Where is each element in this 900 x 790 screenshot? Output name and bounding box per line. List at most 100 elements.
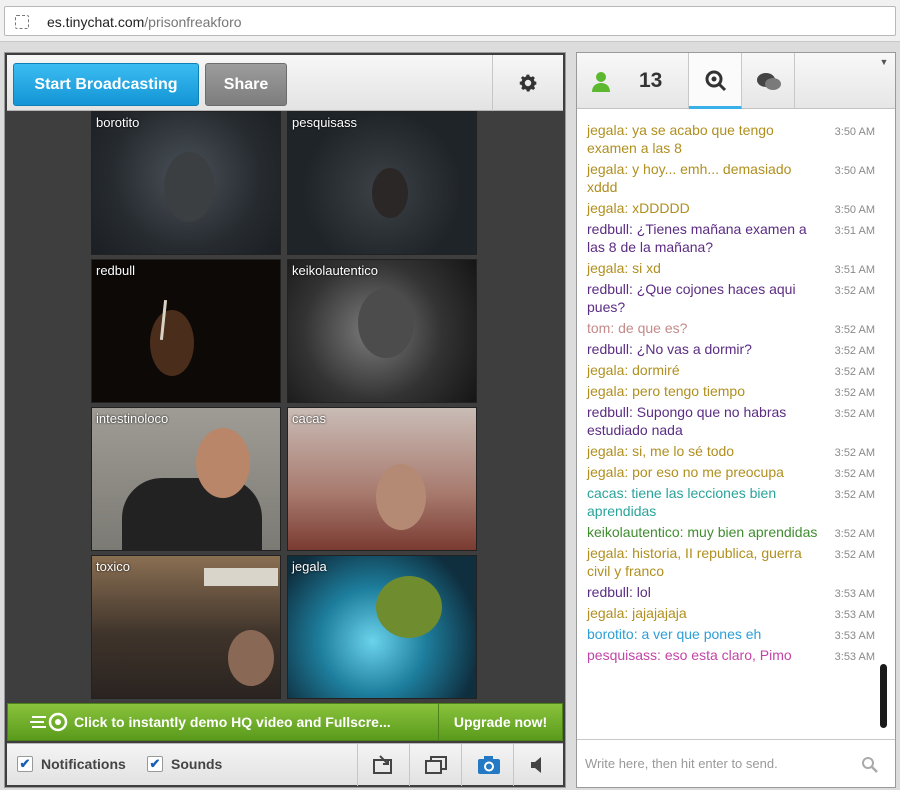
chat-message-text: redbull: ¿No vas a dormir? xyxy=(587,341,752,357)
tab-user-list[interactable]: 13 xyxy=(577,53,689,109)
chat-message: cacas: tiene las lecciones bien aprendid… xyxy=(587,484,877,520)
url-path: /prisonfreakforo xyxy=(144,14,242,30)
chat-messages: jegala: ya se acabo que tengo examen a l… xyxy=(587,121,877,721)
chat-message: tom: de que es? 3:52 AM xyxy=(587,319,877,337)
chat-message-text: redbull: Supongo que no habras estudiado… xyxy=(587,404,787,438)
chat-scrollbar[interactable] xyxy=(876,111,892,741)
chat-message-time: 3:52 AM xyxy=(834,324,875,336)
chat-message-text: jegala: y hoy... emh... demasiado xddd xyxy=(587,161,792,195)
chat-message-time: 3:52 AM xyxy=(834,528,875,540)
url-field[interactable]: es.tinychat.com/prisonfreakforo xyxy=(4,6,896,36)
chat-message: jegala: xDDDDD 3:50 AM xyxy=(587,199,877,217)
chat-tabs: 13 ▼ xyxy=(577,53,895,109)
scrollbar-thumb[interactable] xyxy=(880,664,887,728)
video-tile-keikolautentico[interactable]: keikolautentico xyxy=(287,259,477,403)
chat-message: redbull: Supongo que no habras estudiado… xyxy=(587,403,877,439)
video-tile-jegala[interactable]: jegala xyxy=(287,555,477,699)
chat-message-text: redbull: ¿Que cojones haces aqui pues? xyxy=(587,281,796,315)
chat-panel: 13 ▼ jegala: ya se acabo que tengo exame… xyxy=(576,52,896,788)
broadcast-toolbar: Start Broadcasting Share xyxy=(7,55,563,111)
volume-button[interactable] xyxy=(513,744,565,786)
chat-message: jegala: y hoy... emh... demasiado xddd 3:… xyxy=(587,160,877,196)
tab-chat[interactable] xyxy=(689,53,742,109)
video-username: borotito xyxy=(96,115,140,130)
promo-text: Click to instantly demo HQ video and Ful… xyxy=(74,714,391,730)
video-feed xyxy=(288,556,476,698)
chat-message-time: 3:52 AM xyxy=(834,468,875,480)
options-bar: ✔ Notifications ✔ Sounds xyxy=(7,743,565,786)
windows-icon xyxy=(425,756,447,774)
video-tile-redbull[interactable]: redbull xyxy=(91,259,281,403)
chat-message: jegala: dormiré 3:52 AM xyxy=(587,361,877,379)
settings-button[interactable] xyxy=(492,55,563,111)
video-username: toxico xyxy=(96,559,130,574)
chat-message: jegala: jajajajaja 3:53 AM xyxy=(587,604,877,622)
chat-message: redbull: ¿Que cojones haces aqui pues? 3:… xyxy=(587,280,877,316)
chat-message-time: 3:52 AM xyxy=(834,387,875,399)
chat-menu-arrow[interactable]: ▼ xyxy=(873,53,895,71)
chat-message: keikolautentico: muy bien aprendidas 3:52… xyxy=(587,523,877,541)
chat-message-time: 3:52 AM xyxy=(834,408,875,420)
video-tile-pesquisass[interactable]: pesquisass xyxy=(287,111,477,255)
chat-message-time: 3:52 AM xyxy=(834,447,875,459)
video-username: cacas xyxy=(292,411,326,426)
speaker-icon xyxy=(531,757,541,773)
chat-message-text: tom: de que es? xyxy=(587,320,688,336)
chat-message-time: 3:52 AM xyxy=(834,549,875,561)
chat-message-text: redbull: ¿Tienes mañana examen a las 8 d… xyxy=(587,221,807,255)
chat-message: redbull: ¿Tienes mañana examen a las 8 d… xyxy=(587,220,877,256)
search-icon[interactable] xyxy=(861,756,879,774)
chat-message-text: borotito: a ver que pones eh xyxy=(587,626,762,642)
webcam-person xyxy=(228,630,274,686)
sounds-label: Sounds xyxy=(171,756,223,772)
video-username: intestinoloco xyxy=(96,411,169,426)
page-icon xyxy=(15,15,29,29)
snapshot-button[interactable] xyxy=(461,744,513,786)
video-tile-toxico[interactable]: toxico xyxy=(91,555,281,699)
video-panel: Start Broadcasting Share borotito pesqui… xyxy=(4,52,566,788)
notifications-checkbox[interactable]: ✔ xyxy=(17,756,33,772)
chat-message-text: jegala: si xd xyxy=(587,260,661,276)
popout-button[interactable] xyxy=(357,744,409,786)
hq-camera-icon xyxy=(30,712,68,732)
chat-message: jegala: si, me lo sé todo 3:52 AM xyxy=(587,442,877,460)
video-tile-intestinoloco[interactable]: intestinoloco xyxy=(91,407,281,551)
gear-icon xyxy=(519,74,537,92)
chat-input[interactable] xyxy=(585,748,857,778)
chat-message: pesquisass: eso esta claro, Pimo 3:53 AM xyxy=(587,646,877,664)
fullscreen-button[interactable] xyxy=(409,744,461,786)
webcam-person xyxy=(376,464,426,530)
chat-message-time: 3:52 AM xyxy=(834,366,875,378)
url-text: es.tinychat.com/prisonfreakforo xyxy=(47,14,242,30)
video-tile-borotito[interactable]: borotito xyxy=(91,111,281,255)
video-tile-cacas[interactable]: cacas xyxy=(287,407,477,551)
hq-video-promo-banner[interactable]: Click to instantly demo HQ video and Ful… xyxy=(7,703,563,741)
chat-message-text: jegala: dormiré xyxy=(587,362,680,378)
chat-message-text: pesquisass: eso esta claro, Pimo xyxy=(587,647,792,663)
webcam-person xyxy=(150,310,194,376)
video-grid: borotito pesquisass redbull keikolautent… xyxy=(91,111,481,699)
chat-message-time: 3:52 AM xyxy=(834,489,875,501)
chat-input-area xyxy=(577,739,895,787)
chat-message-time: 3:51 AM xyxy=(834,225,875,237)
notifications-label: Notifications xyxy=(41,756,126,772)
sounds-checkbox[interactable]: ✔ xyxy=(147,756,163,772)
webcam-person xyxy=(372,168,408,218)
start-broadcasting-button[interactable]: Start Broadcasting xyxy=(13,63,199,106)
upgrade-now-button[interactable]: Upgrade now! xyxy=(438,704,562,740)
video-username: pesquisass xyxy=(292,115,358,130)
chat-message-text: redbull: lol xyxy=(587,584,651,600)
video-username: jegala xyxy=(292,559,327,574)
camera-icon xyxy=(478,756,500,774)
tab-private-messages[interactable] xyxy=(742,53,795,109)
magnifier-icon xyxy=(705,70,727,92)
webcam-person xyxy=(196,428,250,498)
share-button[interactable]: Share xyxy=(205,63,287,106)
chat-message-text: jegala: ya se acabo que tengo examen a l… xyxy=(587,122,774,156)
chat-message-time: 3:51 AM xyxy=(834,264,875,276)
chat-message-time: 3:52 AM xyxy=(834,285,875,297)
chat-message-time: 3:52 AM xyxy=(834,345,875,357)
webcam-person xyxy=(376,576,442,638)
chat-message-text: keikolautentico: muy bien aprendidas xyxy=(587,524,818,540)
chat-message: jegala: pero tengo tiempo 3:52 AM xyxy=(587,382,877,400)
